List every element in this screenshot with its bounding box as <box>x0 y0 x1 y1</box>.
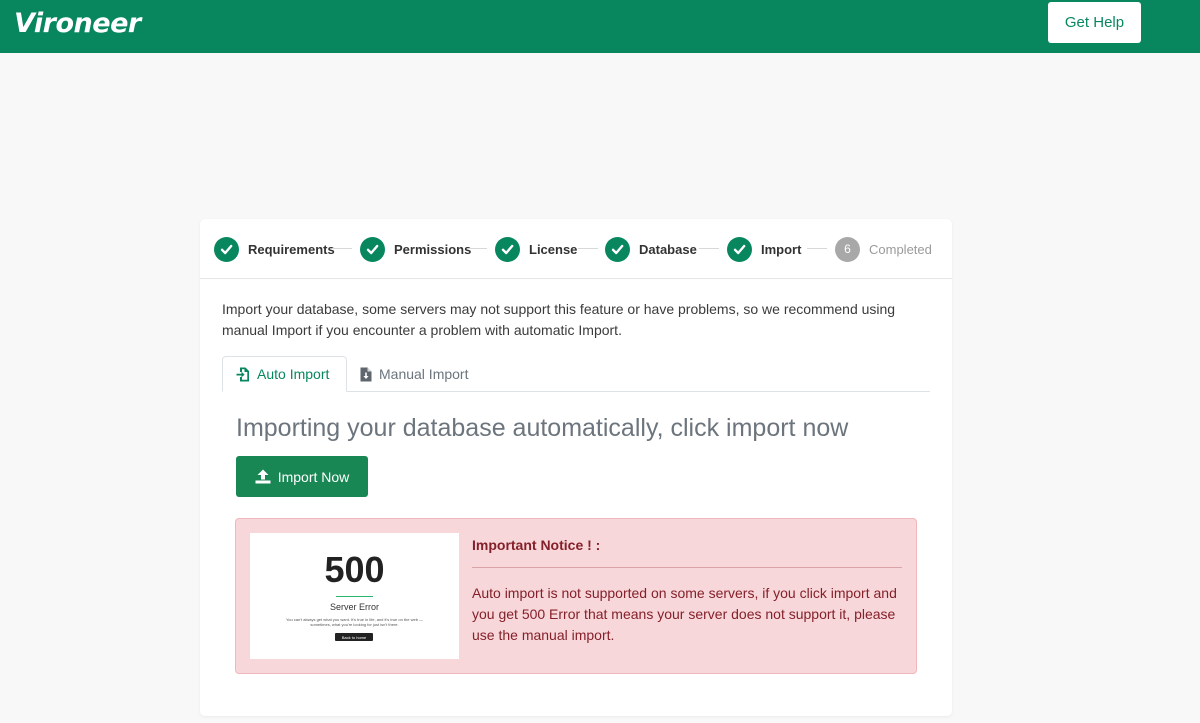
step-label: Completed <box>869 241 932 257</box>
intro-text: Import your database, some servers may n… <box>222 301 896 338</box>
step-connector <box>467 248 487 249</box>
step-label: Permissions <box>394 241 472 257</box>
important-notice: 500 Server Error You can't always get wh… <box>235 518 917 674</box>
back-home-button: Back to home <box>335 633 373 641</box>
step-permissions: Permissions <box>360 236 471 262</box>
step-completed: 6 Completed <box>835 236 932 262</box>
step-connector <box>332 248 352 249</box>
error-title: Server Error <box>329 602 379 612</box>
server-error-screenshot: 500 Server Error You can't always get wh… <box>250 533 459 659</box>
brand-logo[interactable]: Vironeer <box>14 8 141 39</box>
file-download-icon <box>360 367 372 381</box>
tab-label: Auto Import <box>257 366 330 382</box>
step-license: License <box>495 236 577 262</box>
tab-manual-import[interactable]: Manual Import <box>360 356 468 392</box>
check-icon <box>605 236 630 262</box>
tab-label: Manual Import <box>379 366 469 382</box>
error-text: You can't always get what you want. It's… <box>285 617 424 627</box>
install-steps: Requirements Permissions License Databas… <box>200 219 952 279</box>
step-connector <box>807 248 827 249</box>
check-icon <box>360 236 385 262</box>
step-requirements: Requirements <box>214 236 335 262</box>
notice-text: Auto import is not supported on some ser… <box>472 585 897 643</box>
import-tabs: Auto Import Manual Import <box>222 356 930 392</box>
auto-import-heading: Importing your database automatically, c… <box>236 414 849 442</box>
import-now-label: Import Now <box>277 468 350 485</box>
step-label: Requirements <box>248 241 335 257</box>
step-connector <box>578 248 598 249</box>
step-label: Import <box>761 241 802 257</box>
file-import-icon <box>236 367 249 381</box>
notice-title: Important Notice ! : <box>472 537 601 553</box>
installer-card: Requirements Permissions License Databas… <box>200 219 952 716</box>
check-icon <box>214 236 239 262</box>
step-database: Database <box>605 236 697 262</box>
divider <box>336 596 373 597</box>
check-icon <box>727 236 752 262</box>
notice-divider <box>472 567 902 568</box>
check-icon <box>495 236 520 262</box>
step-import: Import <box>727 236 801 262</box>
step-label: License <box>529 241 578 257</box>
tab-auto-import[interactable]: Auto Import <box>222 356 347 392</box>
import-now-button[interactable]: Import Now <box>236 456 368 497</box>
get-help-button[interactable]: Get Help <box>1048 2 1141 43</box>
step-connector <box>699 248 719 249</box>
top-navbar: Vironeer Get Help <box>0 0 1200 53</box>
step-label: Database <box>639 241 697 257</box>
upload-icon <box>255 469 271 484</box>
error-code: 500 <box>324 549 385 590</box>
step-number-badge: 6 <box>835 236 860 262</box>
